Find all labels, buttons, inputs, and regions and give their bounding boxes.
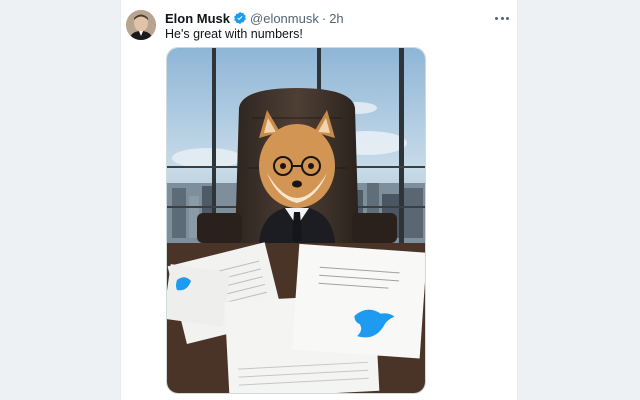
avatar[interactable]	[126, 10, 156, 40]
tweet-timestamp[interactable]: 2h	[329, 11, 343, 26]
left-gutter	[0, 0, 120, 400]
tweet-header: Elon Musk @elonmusk · 2h	[165, 9, 344, 27]
right-gutter	[518, 0, 640, 400]
author-name[interactable]: Elon Musk	[165, 11, 230, 26]
tweet-photo[interactable]	[166, 47, 426, 394]
avatar-image	[126, 10, 156, 40]
header-separator: ·	[321, 10, 327, 26]
more-options-icon[interactable]	[493, 10, 511, 26]
tweet-text: He's great with numbers!	[165, 27, 303, 41]
tweet-card[interactable]: Elon Musk @elonmusk · 2h He's great with…	[120, 0, 518, 400]
author-handle[interactable]: @elonmusk	[250, 11, 319, 26]
verified-badge-icon	[234, 11, 246, 25]
photo-dog-ceo	[167, 48, 425, 393]
